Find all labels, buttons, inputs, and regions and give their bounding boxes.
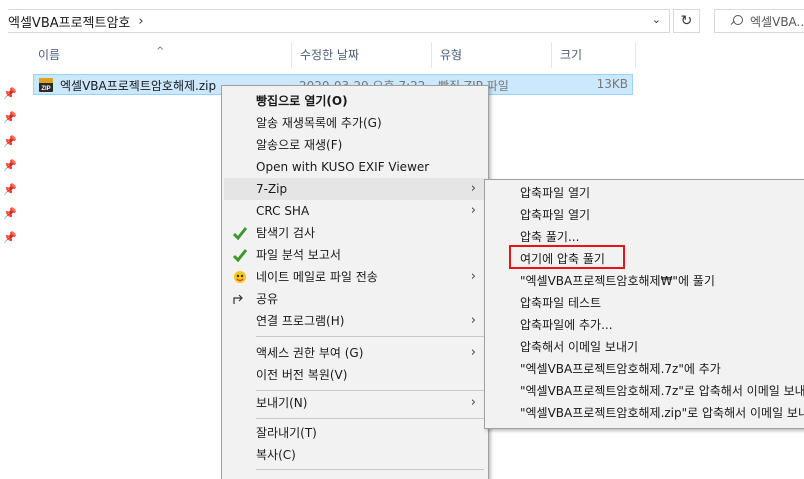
menu-item-label: 빵집으로 열기(O): [256, 94, 348, 108]
menu-item-label: 탐색기 검사: [256, 226, 316, 240]
submenu-item-compress-email[interactable]: 압축해서 이메일 보내기: [487, 336, 804, 358]
menu-item-give-access[interactable]: 액세스 권한 부여 (G) ›: [224, 342, 486, 364]
submenu-item-zip-email[interactable]: "엑셀VBA프로젝트암호해제.zip"로 압축해서 이메일 보내기: [487, 402, 804, 424]
menu-item-alsong-add-playlist[interactable]: 알송 재생목록에 추가(G): [224, 112, 486, 134]
menu-item-file-report[interactable]: 파일 분석 보고서: [224, 244, 486, 266]
submenu-arrow-icon: ›: [470, 269, 476, 284]
submenu-item-add-to-7z[interactable]: "엑셀VBA프로젝트암호해제.7z"에 추가: [487, 358, 804, 380]
submenu-item-open-archive-2[interactable]: 압축파일 열기: [487, 204, 804, 226]
menu-item-label: 이전 버전 복원(V): [256, 368, 348, 382]
pin-icon[interactable]: 📌: [3, 160, 17, 172]
menu-item-label: 복사(C): [256, 448, 296, 462]
menu-item-send-to[interactable]: 보내기(N) ›: [224, 392, 486, 414]
column-name[interactable]: 이름 ^: [30, 42, 292, 68]
search-placeholder: 엑셀VBA...: [750, 14, 804, 29]
report-icon: [232, 249, 248, 262]
search-input[interactable]: 엑셀VBA...: [714, 9, 804, 33]
submenu-arrow-icon: ›: [470, 313, 476, 328]
menu-item-nate-mail[interactable]: 네이트 메일로 파일 전송 ›: [224, 266, 486, 288]
menu-item-label: 연결 프로그램(H): [256, 314, 345, 328]
menu-item-alsong-play[interactable]: 알송으로 재생(F): [224, 134, 486, 156]
address-bar: 엑셀VBA프로젝트암호 › ⌄ ↻ 엑셀VBA...: [0, 0, 804, 42]
menu-item-label: 액세스 권한 부여 (G): [256, 346, 364, 360]
zip-file-icon: ZIP: [39, 78, 53, 92]
breadcrumb-folder[interactable]: 엑셀VBA프로젝트암호: [8, 12, 130, 31]
submenu-item-add-to-archive[interactable]: 압축파일에 추가...: [487, 314, 804, 336]
submenu-item-test-archive[interactable]: 압축파일 테스트: [487, 292, 804, 314]
menu-item-restore-previous[interactable]: 이전 버전 복원(V): [224, 364, 486, 386]
zip-icon-text: ZIP: [41, 86, 50, 92]
submenu-item-extract-to-folder[interactable]: "엑셀VBA프로젝트암호해제₩"에 풀기: [487, 270, 804, 292]
menu-item-label: 7-Zip: [256, 182, 288, 196]
scan-icon: [232, 227, 248, 240]
menu-item-label: 잘라내기(T): [256, 426, 317, 440]
menu-item-crc-sha[interactable]: CRC SHA ›: [224, 200, 486, 222]
highlight-annotation-box: [509, 245, 625, 269]
nate-mail-icon: [234, 271, 246, 283]
pin-icon[interactable]: 📌: [3, 112, 17, 124]
column-date[interactable]: 수정한 날짜: [292, 42, 432, 68]
menu-item-label: 네이트 메일로 파일 전송: [256, 270, 378, 284]
address-path-box[interactable]: 엑셀VBA프로젝트암호 › ⌄: [8, 9, 670, 33]
column-type[interactable]: 유형: [432, 42, 552, 68]
menu-item-label: Open with KUSO EXIF Viewer: [256, 160, 430, 174]
menu-item-open-bbangzip[interactable]: 빵집으로 열기(O): [224, 90, 486, 112]
menu-item-label: 보내기(N): [256, 396, 308, 410]
submenu-arrow-icon: ›: [470, 395, 476, 410]
menu-item-label: 알송 재생목록에 추가(G): [256, 116, 382, 130]
menu-item-label: 파일 분석 보고서: [256, 248, 341, 262]
menu-item-label: CRC SHA: [256, 204, 310, 218]
submenu-item-open-archive[interactable]: 압축파일 열기: [487, 182, 804, 204]
7zip-submenu: 압축파일 열기 압축파일 열기 압축 풀기... 여기에 압축 풀기 "엑셀VB…: [484, 179, 804, 429]
column-header: 이름 ^ 수정한 날짜 유형 크기: [30, 42, 640, 68]
menu-item-share[interactable]: 공유: [224, 288, 486, 310]
menu-item-label: 알송으로 재생(F): [256, 138, 343, 152]
context-menu: 빵집으로 열기(O) 알송 재생목록에 추가(G) 알송으로 재생(F) Ope…: [221, 85, 489, 479]
menu-separator: [256, 390, 484, 391]
share-icon: [233, 294, 243, 304]
menu-separator: [256, 469, 484, 470]
submenu-arrow-icon: ›: [470, 181, 476, 196]
pin-icon[interactable]: 📌: [3, 88, 17, 100]
menu-item-kuso-exif[interactable]: Open with KUSO EXIF Viewer: [224, 156, 486, 178]
pin-icon[interactable]: 📌: [3, 184, 17, 196]
pin-icon[interactable]: 📌: [3, 208, 17, 220]
menu-separator: [256, 418, 484, 419]
pin-icon[interactable]: 📌: [3, 232, 17, 244]
submenu-item-7z-email[interactable]: "엑셀VBA프로젝트암호해제.7z"로 압축해서 이메일 보내기: [487, 380, 804, 402]
menu-item-copy[interactable]: 복사(C): [224, 444, 486, 466]
breadcrumb-chevron-icon[interactable]: ›: [138, 14, 143, 29]
sort-ascending-icon: ^: [156, 46, 165, 57]
address-dropdown-icon[interactable]: ⌄: [652, 13, 661, 26]
pin-icon[interactable]: 📌: [3, 136, 17, 148]
column-size[interactable]: 크기: [552, 42, 636, 68]
menu-item-cut[interactable]: 잘라내기(T): [224, 422, 486, 444]
menu-item-explorer-scan[interactable]: 탐색기 검사: [224, 222, 486, 244]
menu-item-7zip[interactable]: 7-Zip ›: [224, 178, 486, 200]
file-name: 엑셀VBA프로젝트암호해제.zip: [60, 79, 217, 93]
menu-separator: [256, 336, 484, 337]
submenu-arrow-icon: ›: [470, 345, 476, 360]
submenu-arrow-icon: ›: [470, 203, 476, 218]
file-size: 13KB: [596, 77, 628, 91]
refresh-button[interactable]: ↻: [673, 9, 700, 33]
search-icon: [731, 15, 744, 27]
menu-item-open-with[interactable]: 연결 프로그램(H) ›: [224, 310, 486, 332]
menu-item-label: 공유: [256, 292, 279, 306]
column-name-label: 이름: [38, 48, 61, 62]
